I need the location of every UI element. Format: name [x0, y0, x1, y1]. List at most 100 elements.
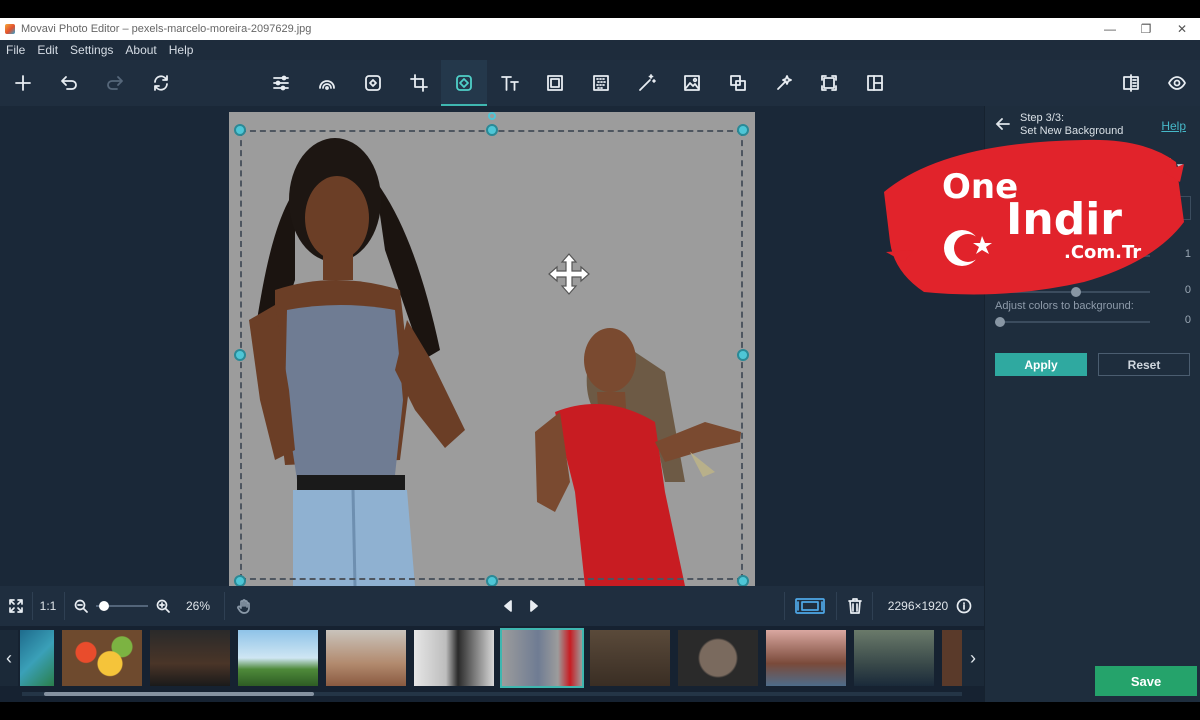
delete-button[interactable] [844, 586, 866, 626]
filmstrip-toggle-button[interactable] [792, 586, 828, 626]
previous-image-button[interactable] [500, 586, 516, 626]
preview-button[interactable] [1154, 60, 1200, 106]
compare-icon [1123, 74, 1139, 92]
tool-collage[interactable] [852, 60, 898, 106]
thumbnail-10[interactable] [766, 630, 846, 686]
save-button[interactable]: Save [1095, 666, 1197, 696]
tool-adjust[interactable] [258, 60, 304, 106]
thumbnail-6[interactable] [414, 630, 494, 686]
tool-auto-enhance[interactable] [761, 60, 807, 106]
maximize-button[interactable]: ❐ [1128, 18, 1164, 40]
tool-resize[interactable] [806, 60, 852, 106]
fit-screen-button[interactable] [4, 586, 28, 626]
thumbnail-8[interactable] [590, 630, 670, 686]
tool-remove-background[interactable] [441, 60, 487, 106]
watermark-domain: .Com.Tr [1064, 242, 1141, 263]
reset-icon [154, 75, 168, 91]
info-button[interactable] [954, 586, 974, 626]
text-icon [501, 76, 519, 91]
redo-button[interactable] [92, 60, 138, 106]
crop-icon [410, 74, 428, 92]
selection-frame[interactable] [240, 130, 743, 580]
filmstrip-scroll-right[interactable]: › [962, 630, 984, 686]
zoom-in-button[interactable] [154, 586, 172, 626]
zoom-slider-knob[interactable] [98, 601, 109, 611]
resize-handle-left[interactable] [234, 349, 246, 361]
app-logo-icon [5, 24, 15, 34]
help-link[interactable]: Help [1161, 119, 1186, 133]
tool-text[interactable] [487, 60, 533, 106]
status-bar: 1:1 26% 2296×1920 [0, 586, 984, 626]
thumbnail-11[interactable] [854, 630, 934, 686]
hand-tool-button[interactable] [232, 586, 256, 626]
thumbnail-1[interactable] [20, 630, 54, 686]
thumbnail-9[interactable] [678, 630, 758, 686]
tool-retouch[interactable] [350, 60, 396, 106]
retouch-icon [365, 75, 381, 91]
image-canvas[interactable] [229, 112, 755, 586]
thumbnail-12[interactable] [942, 630, 962, 686]
resize-handle-bottom-right[interactable] [737, 575, 749, 586]
zoom-out-button[interactable] [72, 586, 90, 626]
thumbnail-4[interactable] [238, 630, 318, 686]
object-removal-icon [730, 75, 746, 91]
minimize-button[interactable]: — [1092, 18, 1128, 40]
undo-button[interactable] [46, 60, 92, 106]
watermark-logo: One Indir .Com.Tr [884, 139, 1184, 295]
rotate-handle[interactable] [488, 112, 496, 120]
tool-noise[interactable] [578, 60, 624, 106]
resize-handle-bottom[interactable] [486, 575, 498, 586]
menu-help[interactable]: Help [169, 43, 194, 57]
thumbnail-2[interactable] [62, 630, 142, 686]
reset-button[interactable] [138, 60, 184, 106]
tool-crop[interactable] [396, 60, 442, 106]
resize-handle-right[interactable] [737, 349, 749, 361]
tool-filters[interactable] [304, 60, 350, 106]
info-icon [956, 598, 972, 614]
toolbar [0, 60, 1200, 106]
thumbnail-3[interactable] [150, 630, 230, 686]
reset-button[interactable]: Reset [1098, 353, 1190, 376]
tool-object-removal[interactable] [715, 60, 761, 106]
adjust-colors-knob[interactable] [995, 317, 1005, 327]
letterbox-bottom [0, 702, 1200, 720]
apply-button[interactable]: Apply [995, 353, 1087, 376]
resize-handle-bottom-left[interactable] [234, 575, 246, 586]
add-button[interactable] [0, 60, 46, 106]
filmstrip-scrollbar-thumb[interactable] [44, 692, 314, 696]
thumbnail-7-selected[interactable] [500, 628, 584, 688]
resize-icon [821, 75, 837, 91]
letterbox-top [0, 0, 1200, 18]
menu-about[interactable]: About [125, 43, 156, 57]
actual-size-button[interactable]: 1:1 [36, 586, 60, 626]
previous-icon [504, 600, 512, 612]
filmstrip-scrollbar[interactable] [22, 692, 962, 696]
tool-frames[interactable] [532, 60, 578, 106]
magic-wand-icon [639, 74, 656, 91]
resize-handle-top-right[interactable] [737, 124, 749, 136]
filters-icon [319, 80, 335, 90]
redo-icon [107, 76, 123, 90]
filmstrip-scroll-left[interactable]: ‹ [0, 630, 18, 686]
resize-handle-top-left[interactable] [234, 124, 246, 136]
filmstrip: ‹ › [0, 626, 984, 702]
preview-icon [1168, 76, 1186, 90]
resize-handle-top[interactable] [486, 124, 498, 136]
adjust-colors-slider[interactable]: 0 [995, 314, 1191, 330]
tool-magic-wand[interactable] [624, 60, 670, 106]
close-button[interactable]: ✕ [1164, 18, 1200, 40]
menu-settings[interactable]: Settings [70, 43, 113, 57]
adjust-icon [273, 75, 289, 91]
compare-button[interactable] [1108, 60, 1154, 106]
menu-file[interactable]: File [6, 43, 25, 57]
remove-background-icon [456, 75, 472, 91]
filmstrip-icon [795, 598, 825, 614]
back-arrow-icon[interactable] [995, 116, 1011, 132]
slider-2-value: 0 [1184, 284, 1191, 296]
collage-icon [867, 75, 883, 91]
next-image-button[interactable] [526, 586, 542, 626]
thumbnail-5[interactable] [326, 630, 406, 686]
menu-edit[interactable]: Edit [37, 43, 58, 57]
slider-1-value: 1 [1184, 248, 1191, 260]
tool-insert-image[interactable] [669, 60, 715, 106]
